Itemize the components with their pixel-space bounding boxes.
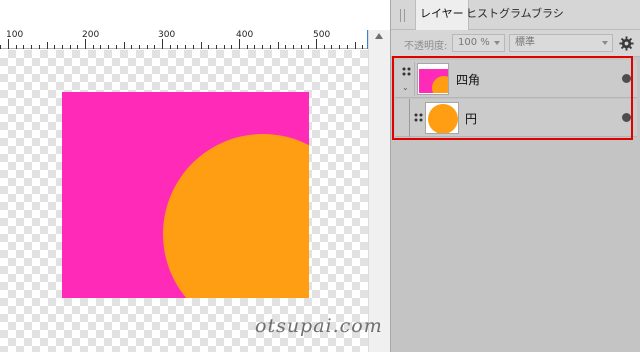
gear-icon[interactable] bbox=[619, 36, 634, 51]
top-strip bbox=[0, 0, 390, 30]
blend-mode-dropdown-arrow-icon[interactable] bbox=[602, 41, 608, 45]
scroll-up-arrow-icon[interactable] bbox=[375, 33, 383, 39]
annotation-highlight-box bbox=[392, 56, 633, 140]
layers-panel: レイヤー ヒストグラム ブラシ 不透明度: 100 % 標準 ⌄ 四角 円 bbox=[390, 0, 640, 352]
horizontal-ruler: 100 200 300 400 500 bbox=[0, 30, 368, 49]
opacity-dropdown-arrow-icon[interactable] bbox=[494, 41, 500, 45]
vertical-scrollbar[interactable] bbox=[368, 30, 390, 352]
opacity-value: 100 % bbox=[458, 37, 490, 48]
layer-options-row: 不透明度: 100 % 標準 bbox=[391, 30, 640, 57]
blend-mode-select[interactable]: 標準 bbox=[509, 34, 613, 52]
ruler-label-300: 300 bbox=[158, 30, 176, 40]
ruler-label-100: 100 bbox=[6, 30, 24, 40]
opacity-label: 不透明度: bbox=[404, 41, 448, 52]
tab-layers[interactable]: レイヤー bbox=[415, 0, 469, 30]
panel-tab-bar: レイヤー ヒストグラム ブラシ bbox=[391, 0, 640, 30]
panel-grip-icon[interactable] bbox=[400, 9, 405, 22]
tab-brush[interactable]: ブラシ bbox=[527, 0, 568, 30]
ruler-label-400: 400 bbox=[236, 30, 254, 40]
artwork[interactable] bbox=[62, 92, 309, 298]
watermark: otsupai.com bbox=[255, 315, 383, 337]
tab-histogram[interactable]: ヒストグラム bbox=[462, 0, 536, 30]
ruler-label-200: 200 bbox=[82, 30, 100, 40]
ruler-label-500: 500 bbox=[313, 30, 331, 40]
opacity-field[interactable]: 100 % bbox=[452, 34, 505, 52]
blend-mode-value: 標準 bbox=[515, 37, 535, 48]
canvas-area: 100 200 300 400 500 otsupai.com bbox=[0, 0, 390, 352]
